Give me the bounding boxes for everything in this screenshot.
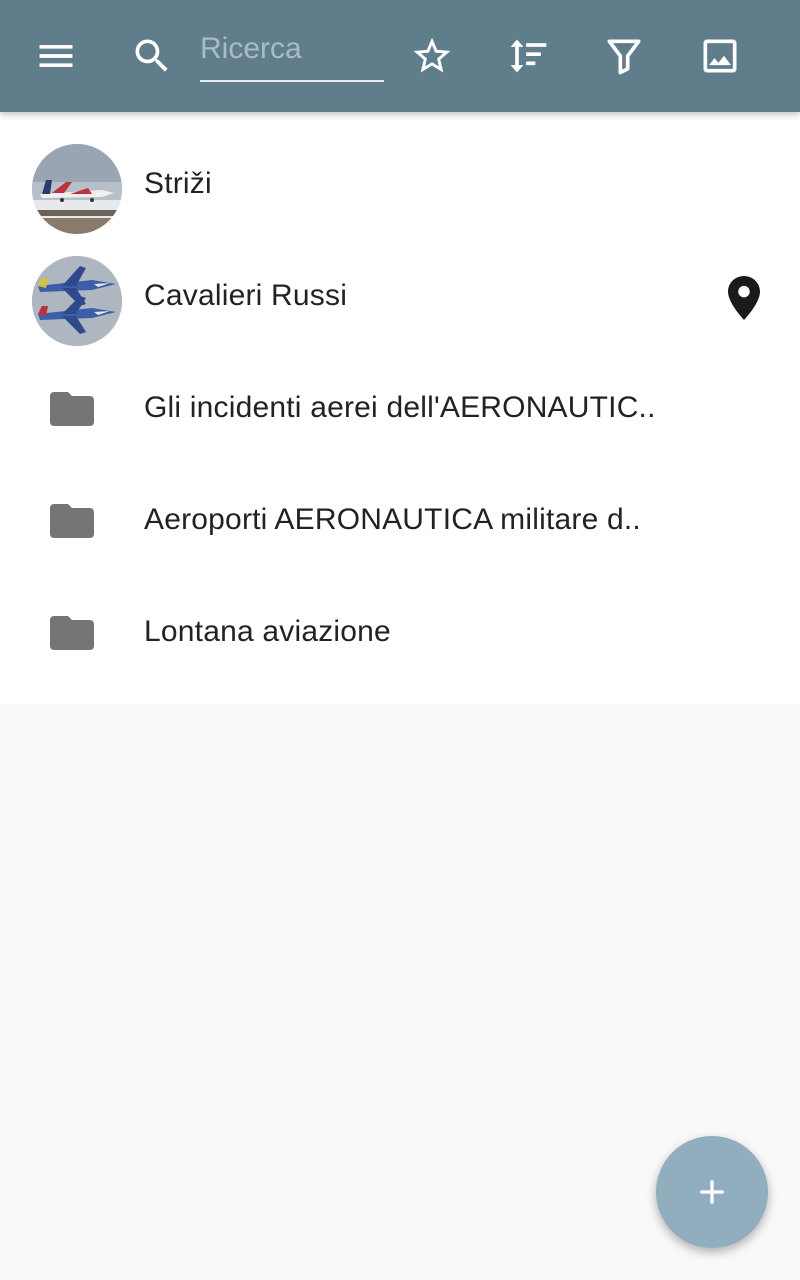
list-item-label: Cavalieri Russi [144,279,348,312]
list-item-label: Gli incidenti aerei dell'AERONAUTIC.. [144,391,656,424]
aircraft-thumbnail [32,256,122,346]
filter-icon[interactable] [600,32,648,80]
item-list: Striži Cavalieri Russi Gli incidenti aer… [0,112,800,704]
search-field [200,26,384,82]
folder-icon [50,502,94,538]
folder-icon [50,614,94,650]
plus-icon [700,1180,724,1204]
star-outline-icon[interactable] [408,32,456,80]
search-input[interactable] [200,26,384,72]
list-item-label: Striži [144,167,212,200]
list-item[interactable]: Striži [0,128,800,240]
search-icon[interactable] [128,32,176,80]
folder-icon [50,390,94,426]
list-item-label: Aeroporti AERONAUTICA militare d.. [144,503,641,536]
list-item[interactable]: Lontana aviazione [0,576,800,688]
add-button[interactable] [656,1136,768,1248]
list-item[interactable]: Gli incidenti aerei dell'AERONAUTIC.. [0,352,800,464]
list-item-label: Lontana aviazione [144,615,391,648]
sort-icon[interactable] [504,32,552,80]
image-icon[interactable] [696,32,744,80]
aircraft-thumbnail [32,144,122,234]
list-item[interactable]: Cavalieri Russi [0,240,800,352]
menu-icon[interactable] [32,32,80,80]
app-bar [0,0,800,112]
map-pin-icon[interactable] [728,276,760,320]
list-item[interactable]: Aeroporti AERONAUTICA militare d.. [0,464,800,576]
